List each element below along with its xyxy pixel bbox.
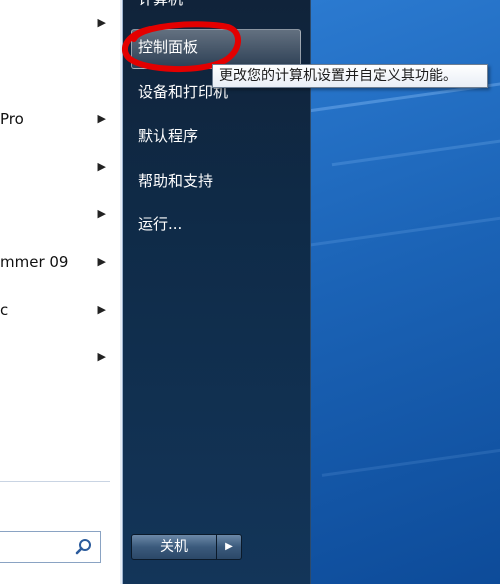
program-item-label: c <box>0 301 9 319</box>
shutdown-options-button[interactable]: ▶ <box>216 534 242 560</box>
menu-item-computer[interactable]: 计算机 <box>138 0 183 12</box>
chevron-right-icon[interactable]: ▶ <box>98 152 106 182</box>
chevron-right-icon[interactable]: ▶ <box>98 8 106 38</box>
chevron-right-icon[interactable]: ▶ <box>98 295 106 325</box>
search-icon[interactable] <box>75 538 93 556</box>
search-input[interactable] <box>0 531 101 563</box>
shutdown-button[interactable]: 关机 <box>131 534 217 560</box>
program-item[interactable]: c ▶ <box>0 295 112 325</box>
program-item[interactable]: ▶ <box>0 152 112 182</box>
tooltip: 更改您的计算机设置并自定义其功能。 <box>212 64 488 88</box>
start-menu-programs-pane: ▶ Pro ▶ ▶ ▶ mmer 09 ▶ c ▶ ▶ <box>0 0 123 584</box>
program-item-label: Pro <box>0 110 24 128</box>
chevron-right-icon[interactable]: ▶ <box>98 104 106 134</box>
menu-item-help-support[interactable]: 帮助和支持 <box>138 168 213 194</box>
shutdown-control: 关机 ▶ <box>131 534 242 560</box>
program-item[interactable]: ▶ <box>0 8 112 38</box>
menu-item-control-panel[interactable]: 控制面板 <box>138 34 198 60</box>
chevron-right-icon[interactable]: ▶ <box>98 199 106 229</box>
wallpaper-streak <box>311 214 500 249</box>
program-item[interactable]: ▶ <box>0 342 112 372</box>
program-item[interactable]: Pro ▶ <box>0 104 112 134</box>
menu-item-default-programs[interactable]: 默认程序 <box>138 123 198 149</box>
menu-item-run[interactable]: 运行... <box>138 211 182 237</box>
program-item[interactable]: ▶ <box>0 199 112 229</box>
chevron-right-icon[interactable]: ▶ <box>98 342 106 372</box>
wallpaper-streak <box>321 446 500 477</box>
wallpaper-streak <box>331 136 500 167</box>
program-item[interactable]: mmer 09 ▶ <box>0 247 112 277</box>
divider <box>0 481 110 482</box>
program-item-label: mmer 09 <box>0 253 69 271</box>
chevron-right-icon[interactable]: ▶ <box>98 247 106 277</box>
